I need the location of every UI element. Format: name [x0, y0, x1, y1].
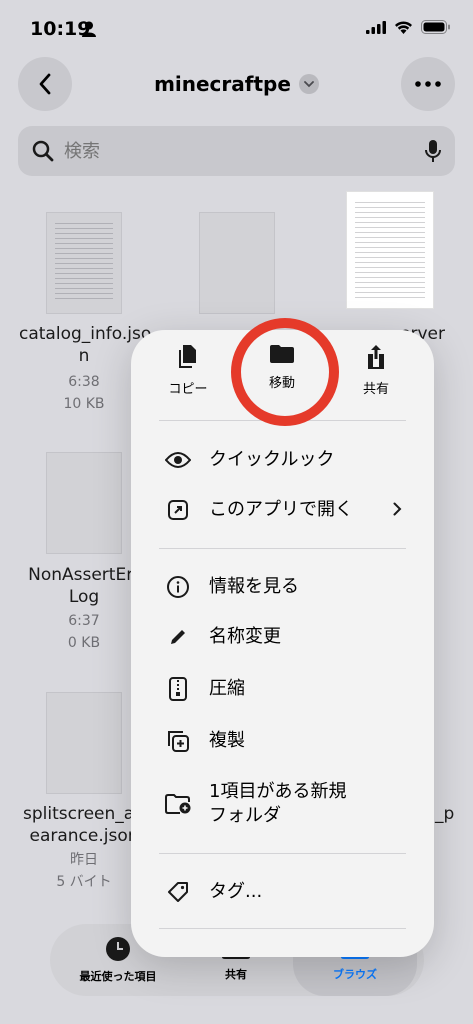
menu-item-label: 情報を見る — [209, 576, 299, 597]
chevron-right-icon — [393, 500, 402, 521]
cellular-signal-icon — [366, 20, 386, 34]
action-label: コピー — [168, 382, 208, 397]
file-meta: 昨日 5 バイト — [56, 852, 112, 890]
search-bar[interactable] — [18, 126, 455, 176]
menu-item-label: 1項目がある新規 フォルダ — [209, 781, 347, 826]
tag-icon — [165, 881, 191, 903]
menu-item-new-folder-with-item[interactable]: 1項目がある新規 フォルダ — [131, 778, 434, 830]
file-thumbnail[interactable] — [199, 212, 275, 314]
file-thumbnail[interactable] — [46, 452, 122, 554]
more-button[interactable] — [401, 57, 455, 111]
file-name[interactable]: NonAssertErr Log — [19, 564, 149, 608]
new-folder-icon — [165, 794, 191, 814]
menu-item-compress[interactable]: 圧縮 — [131, 675, 434, 703]
menu-item-label: 圧縮 — [209, 678, 245, 699]
status-bar: 10:19 — [0, 0, 473, 60]
menu-item-get-info[interactable]: 情報を見る — [131, 573, 434, 601]
file-name[interactable]: splitscreen_ap earance.json — [19, 803, 149, 847]
zip-icon — [165, 677, 191, 701]
share-icon — [368, 345, 384, 369]
folder-title-button[interactable]: minecraftpe — [154, 72, 319, 96]
page-title: minecraftpe — [154, 72, 291, 96]
person-icon — [82, 21, 96, 37]
pencil-icon — [165, 628, 191, 646]
menu-item-open-in-app[interactable]: このアプリで開く — [131, 496, 434, 524]
file-thumbnail[interactable] — [346, 191, 434, 309]
file-thumbnail[interactable] — [46, 212, 122, 314]
title-menu-chevron — [298, 74, 319, 94]
file-name-partial: _p — [435, 804, 455, 824]
tab-label: 最近使った項目 — [79, 970, 157, 983]
menu-item-label: このアプリで開く — [209, 499, 353, 520]
menu-divider — [159, 548, 406, 549]
copy-action[interactable]: コピー — [143, 344, 233, 397]
open-external-icon — [165, 500, 191, 520]
clock-icon — [106, 937, 130, 961]
duplicate-icon — [165, 730, 191, 752]
chevron-down-icon — [304, 80, 314, 87]
file-name[interactable]: catalog_info.jso n — [19, 323, 151, 367]
search-input[interactable] — [64, 140, 425, 162]
info-icon — [165, 576, 191, 598]
menu-item-tags[interactable]: タグ... — [131, 878, 434, 906]
menu-item-label: 複製 — [209, 730, 245, 751]
microphone-icon[interactable] — [425, 139, 441, 163]
search-icon — [32, 140, 54, 162]
menu-item-label: タグ... — [209, 881, 263, 902]
menu-divider — [159, 928, 406, 929]
status-icons — [366, 20, 451, 34]
wifi-icon — [395, 21, 412, 34]
action-label: 共有 — [362, 382, 389, 397]
eye-icon — [165, 451, 191, 469]
file-meta: 6:38 10 KB — [63, 374, 105, 412]
menu-item-duplicate[interactable]: 複製 — [131, 727, 434, 755]
menu-item-rename[interactable]: 名称変更 — [131, 623, 434, 651]
file-meta: 6:37 0 KB — [67, 613, 101, 651]
menu-item-label: クイックルック — [209, 449, 335, 470]
ellipsis-icon — [415, 81, 441, 87]
tab-label: ブラウズ — [333, 968, 377, 981]
highlight-circle — [231, 318, 339, 426]
tab-label: 共有 — [225, 968, 247, 981]
copy-icon — [179, 345, 196, 368]
file-thumbnail[interactable] — [46, 692, 122, 794]
share-action[interactable]: 共有 — [331, 344, 421, 397]
menu-item-label: 名称変更 — [209, 626, 281, 647]
menu-item-quicklook[interactable]: クイックルック — [131, 446, 434, 474]
menu-divider — [159, 853, 406, 854]
battery-icon — [421, 20, 450, 34]
